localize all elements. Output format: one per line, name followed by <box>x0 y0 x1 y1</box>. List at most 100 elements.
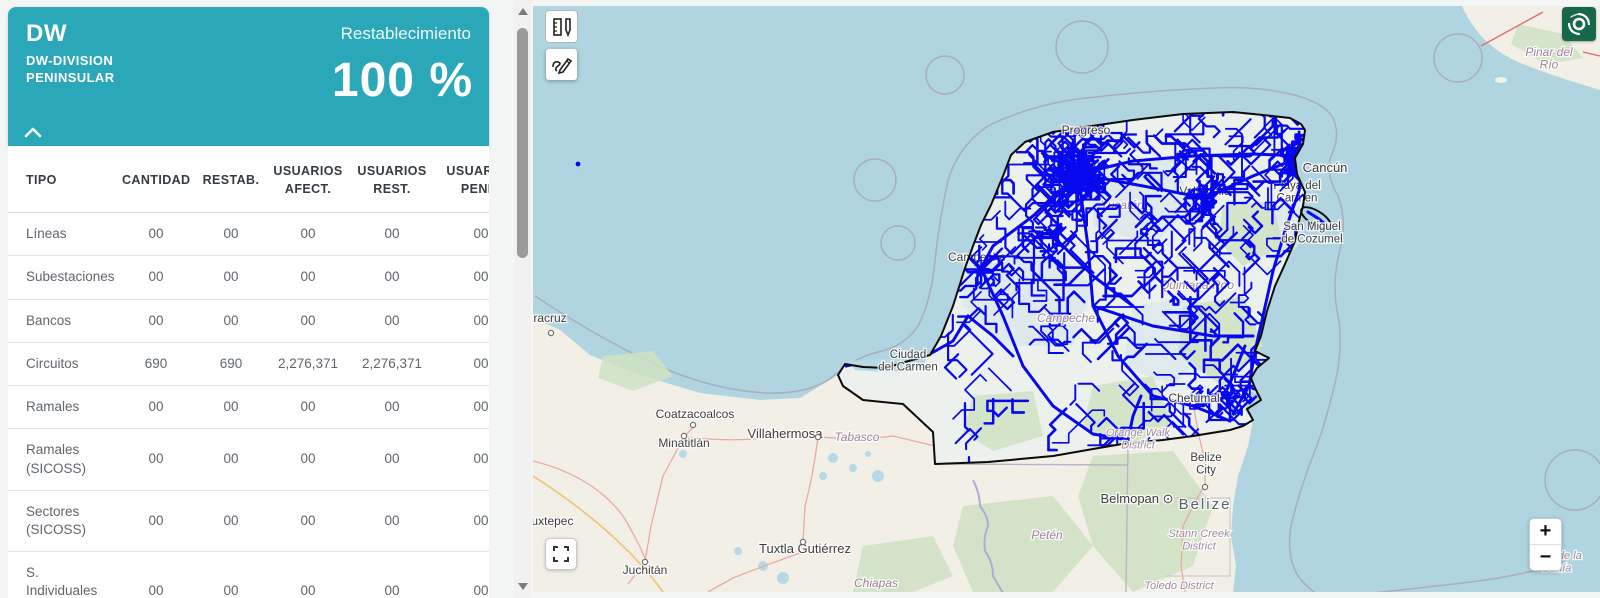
fullscreen-button[interactable] <box>545 538 577 570</box>
row-value: 00 <box>116 256 196 299</box>
row-value: 00 <box>116 299 196 342</box>
scroll-up-arrow-icon[interactable] <box>518 8 528 15</box>
ruler-pen-icon <box>551 16 573 38</box>
column-header: USUARIOS REST. <box>350 146 434 213</box>
fullscreen-icon <box>552 545 570 563</box>
town-marker <box>800 539 805 544</box>
draw-tool-button[interactable] <box>546 49 577 80</box>
town-marker <box>681 433 686 438</box>
map-canvas[interactable]: MéridaValladolidCancúnPlaya delCarmenCam… <box>533 6 1600 592</box>
vertical-scrollbar[interactable] <box>514 0 531 598</box>
town-marker <box>642 559 647 564</box>
app-logo-button[interactable] <box>1562 7 1596 41</box>
zoom-control: + − <box>1529 518 1562 571</box>
table-row: Subestaciones0000000000 <box>8 256 489 299</box>
row-label: Ramales (SICOSS) <box>8 429 116 490</box>
column-header: RESTAB. <box>196 146 266 213</box>
column-header: CANTIDAD <box>116 146 196 213</box>
map-label: Tabasco <box>835 430 880 444</box>
column-header: TIPO <box>8 146 116 213</box>
row-value: 00 <box>116 429 196 490</box>
row-value: 00 <box>266 429 350 490</box>
table-row: Líneas0000000000 <box>8 213 489 256</box>
row-label: Subestaciones <box>8 256 116 299</box>
row-value: 00 <box>434 552 489 598</box>
town-marker <box>548 330 553 335</box>
map-label: Veracruz <box>533 311 567 325</box>
row-label: Ramales <box>8 386 116 429</box>
row-value: 00 <box>434 299 489 342</box>
row-value: 00 <box>266 386 350 429</box>
row-value: 690 <box>196 342 266 385</box>
network-dot <box>576 162 581 167</box>
row-value: 00 <box>350 299 434 342</box>
row-value: 00 <box>196 386 266 429</box>
row-value: 2,276,371 <box>350 342 434 385</box>
zoom-in-button[interactable]: + <box>1530 519 1561 544</box>
row-value: 00 <box>266 552 350 598</box>
map-label: Toledo District <box>1144 580 1214 592</box>
division-summary-card: DW DW-DIVISION PENINSULAR Restablecimien… <box>8 7 489 146</box>
map-label: Belmopan ⊙ <box>1100 491 1173 506</box>
map-label: San Miguelde Cozumel <box>1281 221 1342 246</box>
table-row: Ramales0000000000 <box>8 386 489 429</box>
restoration-percentage: 100 % <box>332 53 473 108</box>
map-label: Coatzacoalcos <box>656 407 735 421</box>
map-label: Villahermosa <box>748 426 824 441</box>
row-value: 00 <box>434 386 489 429</box>
row-value: 00 <box>266 256 350 299</box>
map-label: Belize <box>1179 496 1232 513</box>
map-svg[interactable]: MéridaValladolidCancúnPlaya delCarmenCam… <box>533 6 1600 592</box>
row-value: 00 <box>116 552 196 598</box>
table-row: Sectores (SICOSS)0000000000 <box>8 490 489 551</box>
map-label: Tuxtepec <box>533 514 573 528</box>
row-value: 00 <box>350 213 434 256</box>
row-value: 00 <box>266 213 350 256</box>
map-label: Petén <box>1031 528 1063 542</box>
row-value: 00 <box>196 299 266 342</box>
town-marker <box>1202 484 1207 489</box>
town-marker <box>690 422 695 427</box>
row-value: 00 <box>196 490 266 551</box>
row-value: 2,276,371 <box>266 342 350 385</box>
scrollbar-thumb[interactable] <box>517 28 528 258</box>
row-label: Circuitos <box>8 342 116 385</box>
row-value: 00 <box>434 429 489 490</box>
map-label: Chetumal <box>1168 391 1219 405</box>
restoration-label: Restablecimiento <box>341 24 471 44</box>
row-value: 00 <box>266 299 350 342</box>
town-marker <box>815 434 820 439</box>
measure-tool-button[interactable] <box>545 10 578 43</box>
pencil-scribble-icon <box>551 54 573 76</box>
row-value: 00 <box>350 490 434 551</box>
collapse-chevron-icon[interactable] <box>22 124 44 140</box>
map-label: Progreso <box>1062 123 1111 137</box>
row-value: 00 <box>350 256 434 299</box>
scroll-down-arrow-icon[interactable] <box>518 583 528 590</box>
table-row: Circuitos6906902,276,3712,276,37100 <box>8 342 489 385</box>
row-value: 00 <box>266 490 350 551</box>
zoom-out-button[interactable]: − <box>1530 545 1561 570</box>
row-label: Bancos <box>8 299 116 342</box>
table-header-row: TIPOCANTIDADRESTAB.USUARIOS AFECT.USUARI… <box>8 146 489 213</box>
row-value: 00 <box>196 213 266 256</box>
row-value: 00 <box>350 552 434 598</box>
row-value: 00 <box>116 386 196 429</box>
restoration-table-card: TIPOCANTIDADRESTAB.USUARIOS AFECT.USUARI… <box>8 146 489 598</box>
row-value: 00 <box>350 386 434 429</box>
map-label: Chiapas <box>854 576 898 590</box>
row-value: 00 <box>196 429 266 490</box>
table-row: Bancos0000000000 <box>8 299 489 342</box>
row-value: 00 <box>434 256 489 299</box>
row-value: 00 <box>196 552 266 598</box>
table-row: Ramales (SICOSS)0000000000 <box>8 429 489 490</box>
map-label: Cancún <box>1303 160 1348 175</box>
table-body: Líneas0000000000Subestaciones0000000000B… <box>8 213 489 598</box>
row-value: 00 <box>116 213 196 256</box>
summary-panel: DW DW-DIVISION PENINSULAR Restablecimien… <box>0 0 506 598</box>
row-value: 00 <box>434 213 489 256</box>
row-value: 00 <box>434 342 489 385</box>
restoration-table: TIPOCANTIDADRESTAB.USUARIOS AFECT.USUARI… <box>8 146 489 598</box>
row-value: 00 <box>196 256 266 299</box>
row-value: 00 <box>434 490 489 551</box>
